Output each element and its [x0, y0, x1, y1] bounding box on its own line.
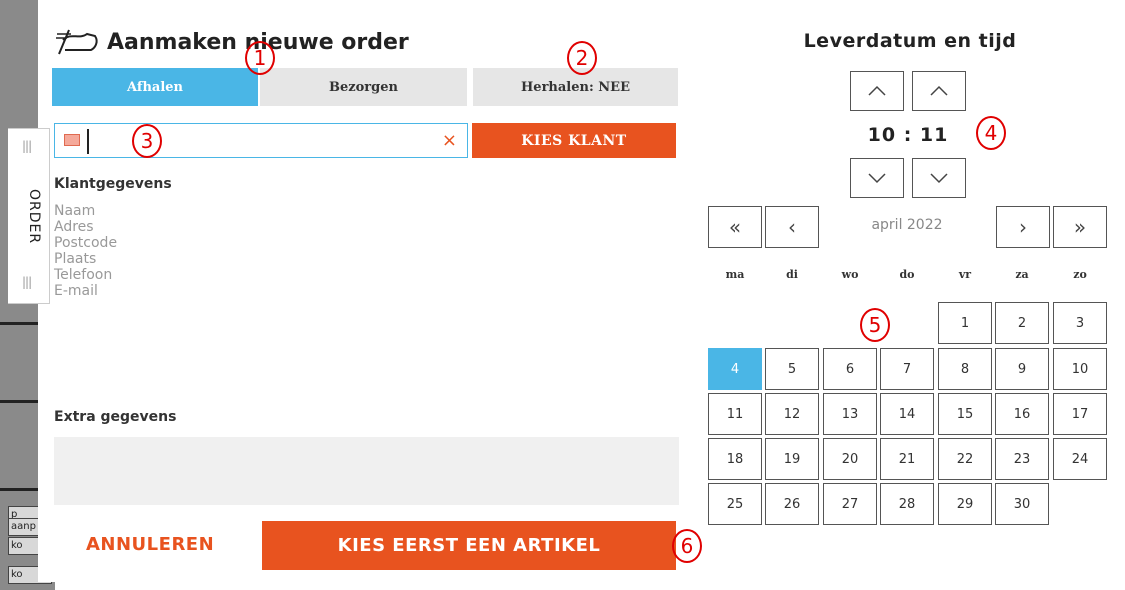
tab-bezorgen[interactable]: Bezorgen — [260, 68, 467, 106]
weekday-label: wo — [841, 268, 859, 281]
calendar-day[interactable]: 9 — [995, 348, 1049, 390]
calendar-day[interactable]: 17 — [1053, 393, 1107, 435]
calendar-day[interactable]: 2 — [995, 302, 1049, 344]
annotation-marker: 4 — [976, 116, 1006, 150]
customer-search: × — [54, 123, 468, 158]
flag-icon — [56, 29, 98, 55]
calendar-day[interactable]: 29 — [938, 483, 992, 525]
field-city: Plaats — [54, 251, 97, 267]
weekday-label: di — [786, 268, 798, 281]
grip-icon: ||| — [22, 139, 32, 153]
calendar-day[interactable]: 7 — [880, 348, 934, 390]
calendar-day[interactable]: 25 — [708, 483, 762, 525]
annotation-marker: 2 — [567, 41, 597, 75]
annotation-marker: 3 — [132, 124, 162, 158]
tab-afhalen[interactable]: Afhalen — [52, 68, 258, 106]
calendar-day[interactable]: 14 — [880, 393, 934, 435]
double-chevron-left-icon: « — [728, 215, 742, 239]
field-name: Naam — [54, 203, 96, 219]
customer-details-heading: Klantgegevens — [54, 176, 172, 192]
chevron-up-icon — [930, 85, 948, 96]
delivery-title: Leverdatum en tijd — [803, 30, 1017, 52]
next-month-button[interactable]: › — [996, 206, 1050, 248]
calendar-day[interactable]: 28 — [880, 483, 934, 525]
calendar-day[interactable]: 12 — [765, 393, 819, 435]
field-email: E-mail — [54, 283, 98, 299]
calendar-day[interactable]: 5 — [765, 348, 819, 390]
calendar-day[interactable]: 19 — [765, 438, 819, 480]
calendar-day[interactable]: 4 — [708, 348, 762, 390]
customer-details-fields: Naam Adres Postcode Plaats Telefoon E-ma… — [54, 203, 117, 299]
chevron-left-icon: ‹ — [788, 215, 796, 239]
annotation-marker: 6 — [672, 529, 702, 563]
annotation-marker: 1 — [245, 41, 275, 75]
text-caret — [87, 129, 89, 154]
next-year-button[interactable]: » — [1053, 206, 1107, 248]
weekday-label: za — [1015, 268, 1029, 281]
weekday-label: zo — [1073, 268, 1087, 281]
field-address: Adres — [54, 219, 94, 235]
calendar-day[interactable]: 15 — [938, 393, 992, 435]
calendar-day[interactable]: 16 — [995, 393, 1049, 435]
calendar-day[interactable]: 11 — [708, 393, 762, 435]
hour-down-button[interactable] — [850, 158, 904, 198]
minute-up-button[interactable] — [912, 71, 966, 111]
chevron-down-icon — [868, 173, 886, 184]
calendar-day[interactable]: 30 — [995, 483, 1049, 525]
grip-icon: ||| — [22, 275, 32, 289]
chevron-down-icon — [930, 173, 948, 184]
calendar-day[interactable]: 1 — [938, 302, 992, 344]
field-postcode: Postcode — [54, 235, 118, 251]
calendar-day[interactable]: 26 — [765, 483, 819, 525]
field-phone: Telefoon — [54, 267, 113, 283]
calendar-day[interactable]: 23 — [995, 438, 1049, 480]
extra-details-textarea[interactable] — [54, 437, 679, 505]
cancel-button[interactable]: ANNULEREN — [86, 534, 214, 555]
side-order-tab[interactable]: ||| ORDER ||| — [8, 128, 50, 304]
calendar-day[interactable]: 8 — [938, 348, 992, 390]
calendar-day[interactable]: 10 — [1053, 348, 1107, 390]
chevron-up-icon — [868, 85, 886, 96]
prev-year-button[interactable]: « — [708, 206, 762, 248]
calendar-day[interactable]: 3 — [1053, 302, 1107, 344]
calendar-day[interactable]: 6 — [823, 348, 877, 390]
choose-article-button[interactable]: KIES EERST EEN ARTIKEL — [262, 521, 676, 570]
double-chevron-right-icon: » — [1073, 215, 1087, 239]
time-display: 10 : 11 — [867, 124, 949, 146]
weekday-label: vr — [958, 268, 972, 281]
calendar-day[interactable]: 24 — [1053, 438, 1107, 480]
chevron-right-icon: › — [1019, 215, 1027, 239]
extra-details-heading: Extra gegevens — [54, 409, 177, 425]
minute-down-button[interactable] — [912, 158, 966, 198]
hour-up-button[interactable] — [850, 71, 904, 111]
clear-icon[interactable]: × — [442, 130, 457, 151]
calendar-day[interactable]: 22 — [938, 438, 992, 480]
calendar-day[interactable]: 21 — [880, 438, 934, 480]
weekday-label: do — [899, 268, 915, 281]
weekday-label: ma — [725, 268, 745, 281]
calendar-day[interactable]: 13 — [823, 393, 877, 435]
calendar-day[interactable]: 20 — [823, 438, 877, 480]
title-row: Aanmaken nieuwe order — [55, 28, 409, 56]
month-label: april 2022 — [871, 217, 943, 233]
side-tab-label: ORDER — [26, 189, 42, 245]
calendar-day[interactable]: 27 — [823, 483, 877, 525]
prev-month-button[interactable]: ‹ — [765, 206, 819, 248]
choose-customer-button[interactable]: KIES KLANT — [472, 123, 676, 158]
keyboard-icon[interactable] — [64, 134, 80, 146]
annotation-marker: 5 — [860, 308, 890, 342]
calendar-day[interactable]: 18 — [708, 438, 762, 480]
